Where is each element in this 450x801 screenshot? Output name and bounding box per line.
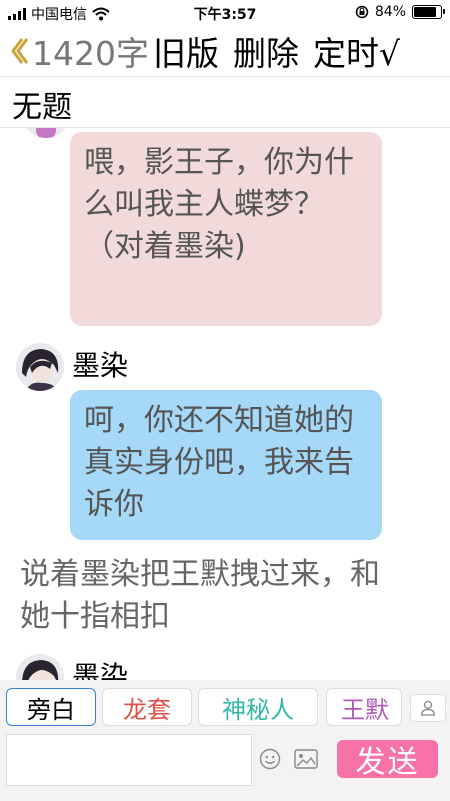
document-title[interactable]: 无题 <box>12 82 72 126</box>
character-avatar-icon <box>16 654 64 680</box>
toolbar-divider <box>0 76 450 77</box>
role-wangmo-button[interactable]: 王默 <box>326 688 402 726</box>
toolbar: 1420字 旧版 删除 定时√ <box>0 26 450 76</box>
message-text: 呵，你还不知道她的真实身份吧，我来告诉你 <box>84 403 354 522</box>
avatar[interactable] <box>22 128 70 138</box>
character-avatar-icon <box>16 343 64 391</box>
delete-button[interactable]: 删除 <box>233 27 299 75</box>
avatar[interactable] <box>16 654 64 680</box>
send-button[interactable]: 发送 <box>337 740 438 779</box>
status-right: 84% <box>355 4 445 20</box>
image-icon[interactable] <box>294 748 318 770</box>
character-avatar-icon <box>22 128 70 138</box>
role-mystery-person-button[interactable]: 神秘人 <box>198 688 318 726</box>
schedule-button[interactable]: 定时√ <box>313 27 400 75</box>
speaker-name: 墨染 <box>72 660 129 680</box>
old-version-button[interactable]: 旧版 <box>153 27 219 75</box>
message-bubble[interactable]: 呵，你还不知道她的真实身份吧，我来告诉你 <box>70 390 382 540</box>
message-text: 喂，影王子，你为什么叫我主人蝶梦？（对着墨染) <box>84 145 354 264</box>
input-bar: 发送 <box>0 732 450 801</box>
battery-percent: 84% <box>374 4 406 20</box>
word-count: 1420字 <box>32 34 149 73</box>
battery-fill <box>414 7 436 17</box>
person-icon <box>420 700 436 716</box>
message-bubble[interactable]: 喂，影王子，你为什么叫我主人蝶梦？（对着墨染) <box>70 132 382 326</box>
role-narrator-button[interactable]: 旁白 <box>6 688 96 726</box>
message-input[interactable] <box>6 734 252 786</box>
battery-icon <box>412 5 445 19</box>
rotation-lock-icon <box>355 5 369 19</box>
back-chevron-icon[interactable] <box>8 31 30 71</box>
role-extra-button[interactable]: 龙套 <box>102 688 192 726</box>
role-manage-button[interactable] <box>410 694 446 722</box>
status-bar: 中国电信 下午3:57 84% <box>0 0 450 26</box>
speaker-name: 墨染 <box>72 349 129 382</box>
avatar[interactable] <box>16 343 64 391</box>
role-selector-bar: 旁白 龙套 神秘人 王默 <box>0 680 450 732</box>
emoji-icon[interactable] <box>259 748 281 770</box>
chat-area[interactable]: 喂，影王子，你为什么叫我主人蝶梦？（对着墨染) 墨染 呵，你还不知道她的真实身份… <box>0 128 450 680</box>
narration-text[interactable]: 说着墨染把王默拽过来，和她十指相扣 <box>20 554 400 638</box>
